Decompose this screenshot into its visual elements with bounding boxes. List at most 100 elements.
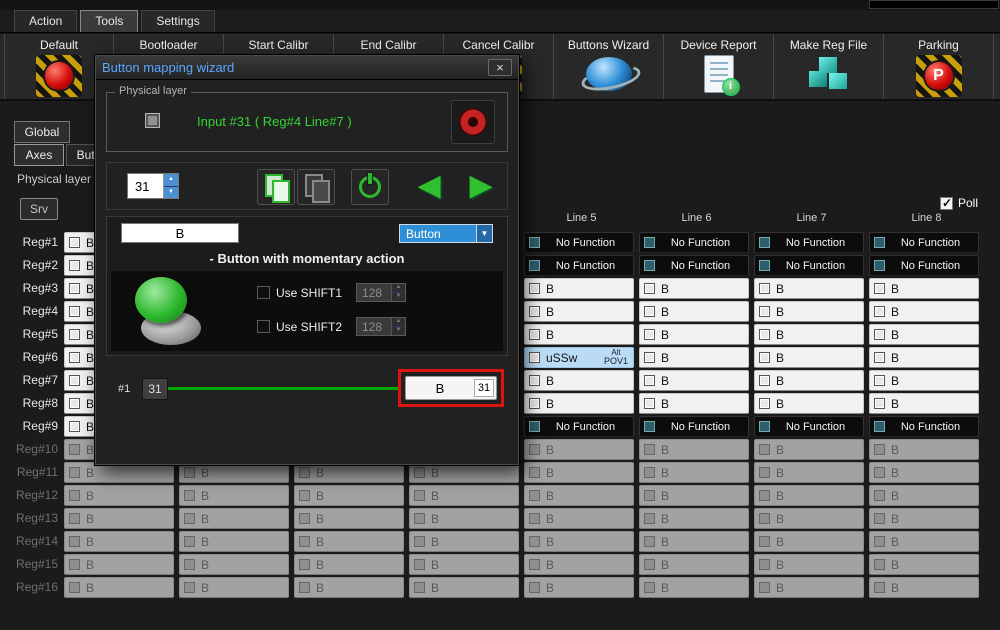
cell-checkbox[interactable] — [644, 421, 655, 432]
grid-cell-b[interactable]: B — [869, 370, 979, 391]
grid-cell-b[interactable]: B — [869, 278, 979, 299]
cell-checkbox[interactable] — [299, 559, 310, 570]
cell-checkbox[interactable] — [874, 513, 885, 524]
cell-checkbox[interactable] — [529, 237, 540, 248]
cell-checkbox[interactable] — [529, 260, 540, 271]
grid-cell-b[interactable]: B — [179, 485, 289, 506]
cell-checkbox[interactable] — [759, 329, 770, 340]
menu-tab-tools[interactable]: Tools — [80, 10, 138, 32]
cell-checkbox[interactable] — [759, 237, 770, 248]
poll-checkbox[interactable] — [940, 197, 953, 210]
grid-cell-b[interactable]: B — [179, 577, 289, 598]
button-name-field[interactable] — [121, 223, 239, 243]
cell-checkbox[interactable] — [644, 444, 655, 455]
grid-cell-b[interactable]: B — [639, 508, 749, 529]
grid-cell-b[interactable]: B — [754, 577, 864, 598]
cell-checkbox[interactable] — [874, 467, 885, 478]
cell-checkbox[interactable] — [529, 306, 540, 317]
grid-cell-b[interactable]: B — [639, 370, 749, 391]
cell-checkbox[interactable] — [184, 582, 195, 593]
cell-checkbox[interactable] — [759, 306, 770, 317]
cell-checkbox[interactable] — [299, 582, 310, 593]
toolbar-button-parking[interactable]: Parking — [884, 34, 994, 99]
cell-checkbox[interactable] — [759, 559, 770, 570]
cell-checkbox[interactable] — [69, 513, 80, 524]
grid-cell-b[interactable]: B — [294, 554, 404, 575]
toolbar-button-buttons-wizard[interactable]: Buttons Wizard — [554, 34, 664, 99]
grid-cell-b[interactable]: B — [294, 462, 404, 483]
grid-cell-b[interactable]: B — [754, 393, 864, 414]
grid-cell-b[interactable]: B — [639, 347, 749, 368]
grid-cell-no-function[interactable]: No Function — [524, 232, 634, 253]
grid-cell-b[interactable]: B — [179, 508, 289, 529]
grid-cell-b[interactable]: B — [754, 554, 864, 575]
close-icon[interactable]: × — [488, 59, 512, 76]
grid-cell-b[interactable]: B — [639, 554, 749, 575]
grid-cell-b[interactable]: B — [639, 393, 749, 414]
grid-cell-b[interactable]: B — [869, 393, 979, 414]
grid-cell-b[interactable]: B — [869, 324, 979, 345]
cell-checkbox[interactable] — [69, 329, 80, 340]
cell-checkbox[interactable] — [184, 467, 195, 478]
cell-checkbox[interactable] — [644, 559, 655, 570]
grid-cell-no-function[interactable]: No Function — [639, 255, 749, 276]
grid-cell-b[interactable]: B — [64, 554, 174, 575]
input-state-checkbox[interactable] — [145, 113, 160, 128]
grid-cell-b[interactable]: B — [754, 485, 864, 506]
grid-cell-b[interactable]: B — [409, 577, 519, 598]
spinner-down-icon[interactable]: ▼ — [164, 186, 178, 199]
cell-checkbox[interactable] — [529, 559, 540, 570]
grid-cell-b[interactable]: B — [754, 462, 864, 483]
grid-cell-b[interactable]: B — [179, 531, 289, 552]
cell-checkbox[interactable] — [644, 467, 655, 478]
cell-checkbox[interactable] — [69, 375, 80, 386]
button-type-dropdown[interactable]: Button ▼ — [399, 224, 493, 243]
tab-global[interactable]: Global — [14, 121, 70, 143]
grid-cell-b[interactable]: B — [524, 485, 634, 506]
cell-checkbox[interactable] — [529, 283, 540, 294]
grid-cell-b[interactable]: B — [524, 278, 634, 299]
srv-button[interactable]: Srv — [20, 198, 58, 220]
grid-cell-no-function[interactable]: No Function — [524, 416, 634, 437]
grid-cell-b[interactable]: B — [754, 347, 864, 368]
cell-checkbox[interactable] — [184, 513, 195, 524]
poll-control[interactable]: Poll — [940, 196, 978, 210]
cell-checkbox[interactable] — [299, 490, 310, 501]
cell-checkbox[interactable] — [874, 375, 885, 386]
cell-checkbox[interactable] — [759, 490, 770, 501]
grid-cell-no-function[interactable]: No Function — [754, 416, 864, 437]
grid-cell-b[interactable]: B — [639, 577, 749, 598]
tab-axes[interactable]: Axes — [14, 144, 64, 166]
grid-cell-b[interactable]: B — [639, 485, 749, 506]
grid-cell-b[interactable]: B — [64, 577, 174, 598]
cell-checkbox[interactable] — [529, 582, 540, 593]
grid-cell-b[interactable]: B — [639, 531, 749, 552]
grid-cell-b[interactable]: B — [754, 439, 864, 460]
grid-cell-b[interactable]: B — [294, 485, 404, 506]
led-button[interactable] — [451, 100, 495, 144]
apply-button[interactable] — [351, 169, 389, 205]
grid-cell-b[interactable]: B — [64, 508, 174, 529]
cell-checkbox[interactable] — [759, 444, 770, 455]
prev-button[interactable]: ◀ — [407, 167, 451, 205]
cell-checkbox[interactable] — [644, 352, 655, 363]
spinner-up-icon[interactable]: ▲ — [164, 174, 178, 186]
copy-button[interactable] — [257, 169, 295, 205]
cell-checkbox[interactable] — [874, 329, 885, 340]
grid-cell-b[interactable]: B — [869, 347, 979, 368]
grid-cell-no-function[interactable]: No Function — [639, 232, 749, 253]
cell-checkbox[interactable] — [69, 283, 80, 294]
cell-checkbox[interactable] — [529, 329, 540, 340]
cell-checkbox[interactable] — [644, 513, 655, 524]
cell-checkbox[interactable] — [874, 536, 885, 547]
cell-checkbox[interactable] — [414, 536, 425, 547]
grid-cell-b[interactable]: B — [754, 278, 864, 299]
grid-cell-b[interactable]: B — [409, 485, 519, 506]
cell-checkbox[interactable] — [69, 536, 80, 547]
grid-cell-b[interactable]: B — [639, 324, 749, 345]
grid-cell-no-function[interactable]: No Function — [754, 255, 864, 276]
cell-checkbox[interactable] — [874, 398, 885, 409]
cell-checkbox[interactable] — [759, 398, 770, 409]
grid-cell-b[interactable]: B — [524, 554, 634, 575]
grid-cell-b[interactable]: B — [64, 462, 174, 483]
